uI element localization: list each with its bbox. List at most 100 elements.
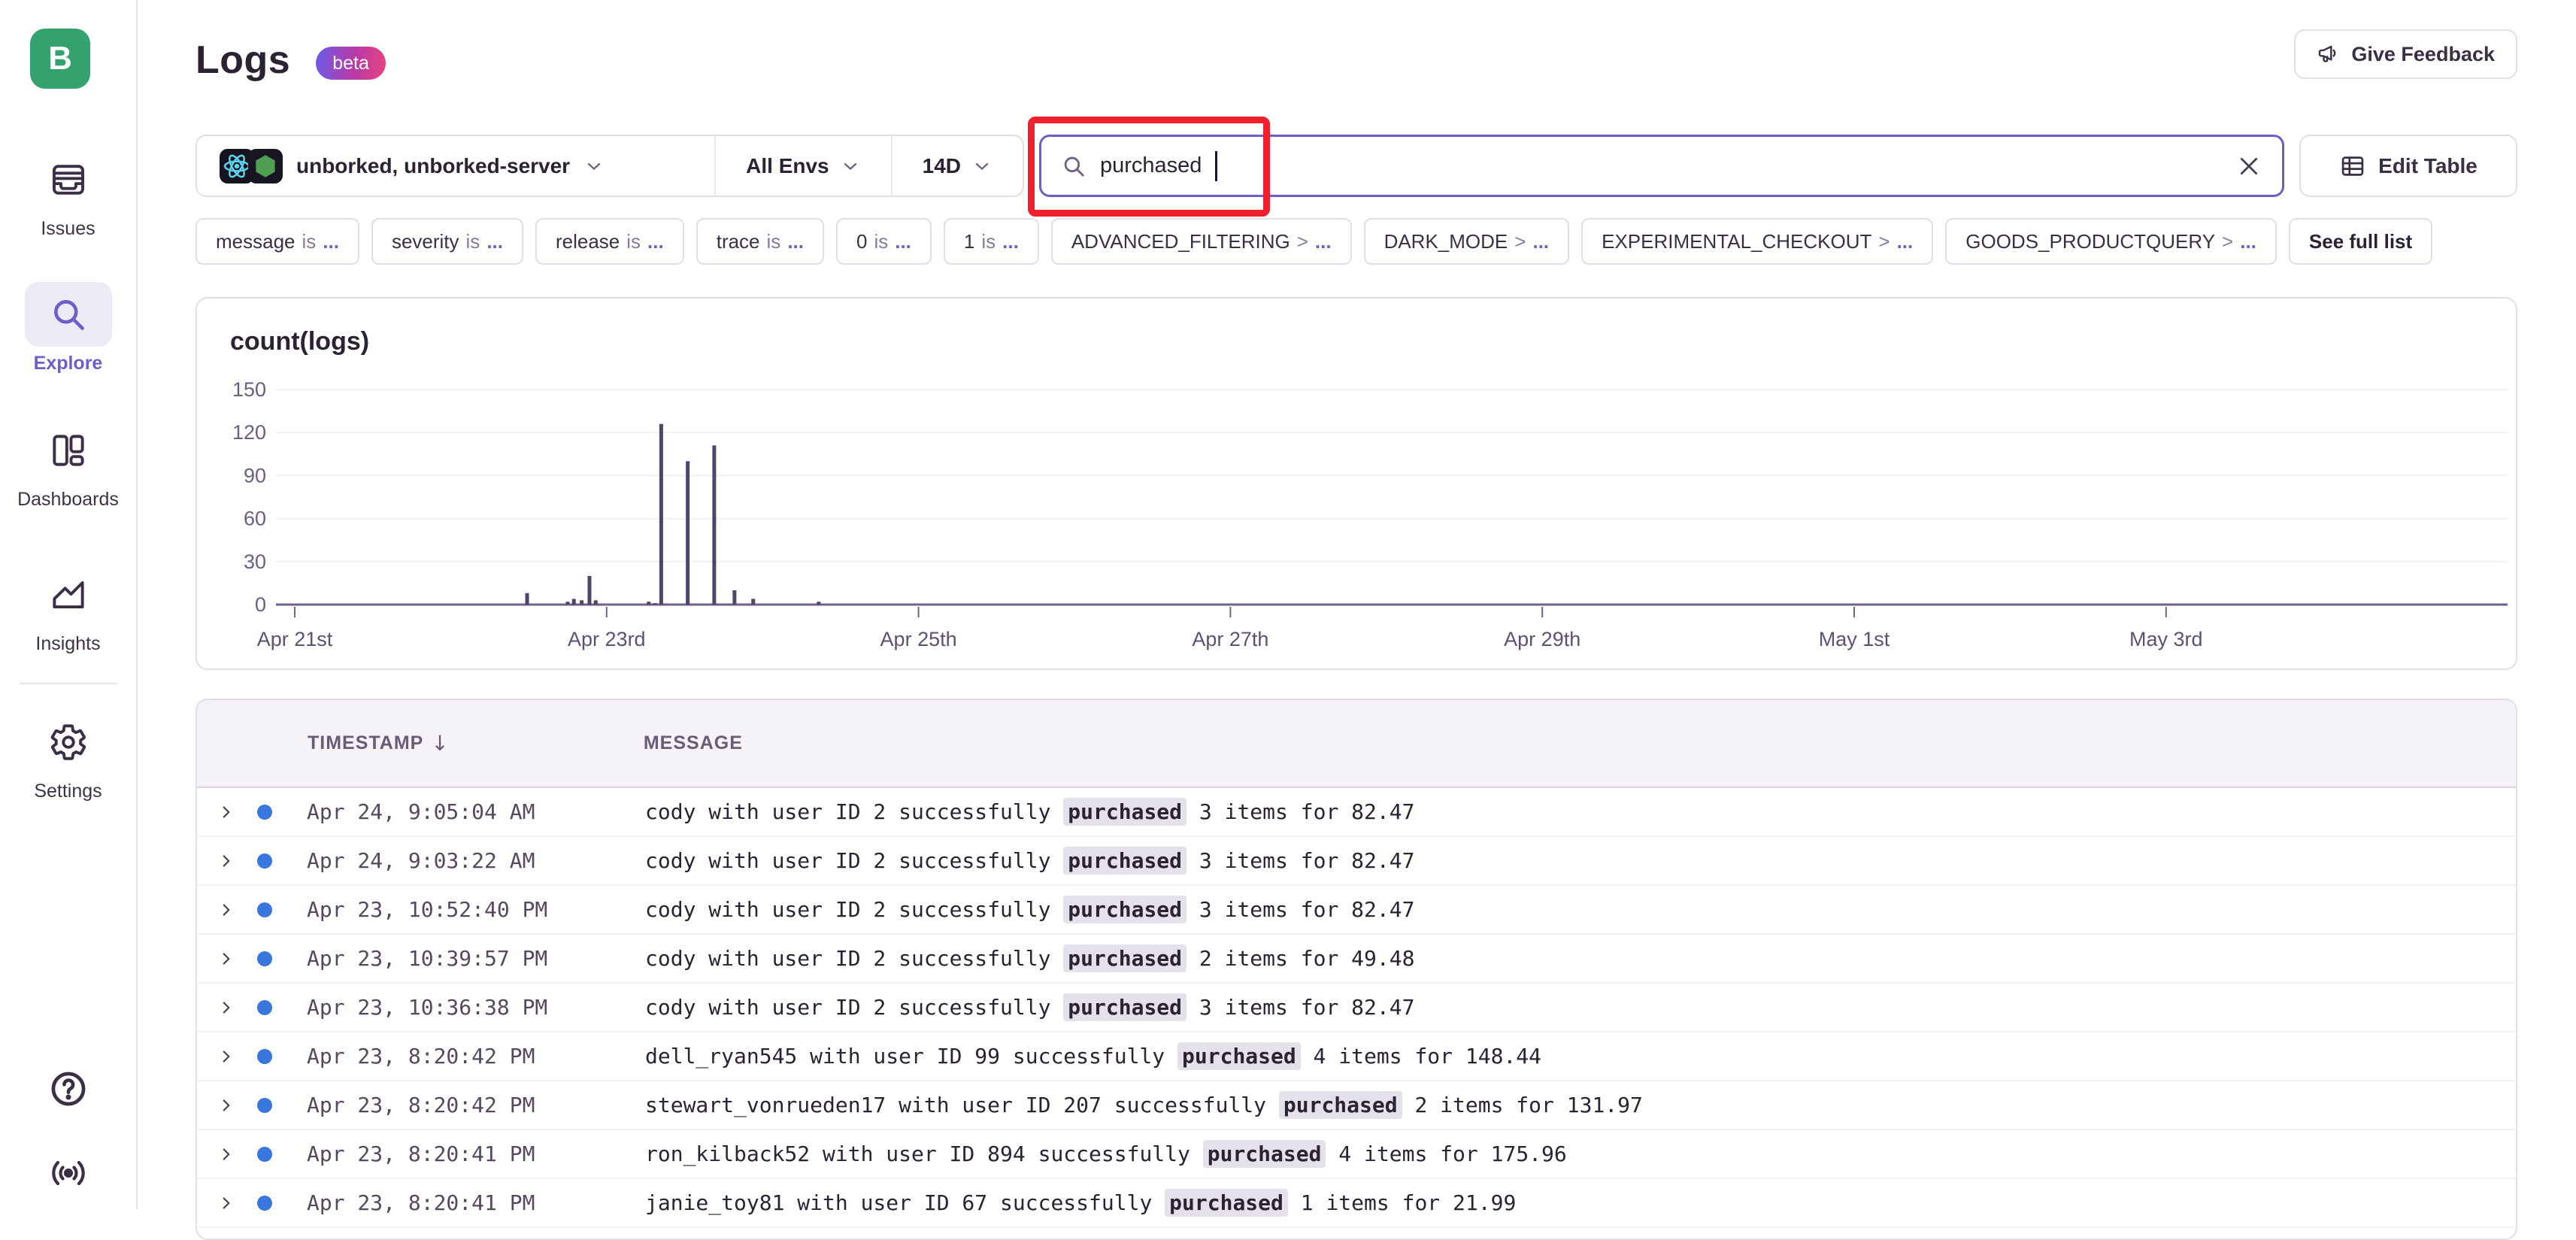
chip-operator: is — [767, 230, 781, 253]
table-row[interactable]: Apr 23, 10:52:40 PMcody with user ID 2 s… — [197, 886, 2516, 935]
table-row[interactable]: Apr 24, 9:03:22 AMcody with user ID 2 su… — [197, 837, 2516, 886]
log-level-dot — [257, 853, 272, 869]
see-full-list-button[interactable]: See full list — [2289, 218, 2432, 265]
sidebar-item-issues[interactable]: Issues — [0, 147, 136, 240]
log-count-bar[interactable] — [580, 600, 583, 605]
expand-row-icon[interactable] — [217, 1144, 236, 1164]
x-axis-tick-label: Apr 27th — [1192, 628, 1268, 650]
log-count-bar[interactable] — [565, 602, 569, 605]
chip-field-name: severity — [392, 230, 459, 253]
log-count-bar[interactable] — [712, 445, 716, 605]
filter-chip-advanced_filtering[interactable]: ADVANCED_FILTERING>... — [1051, 218, 1352, 265]
log-count-bar[interactable] — [526, 593, 529, 605]
text-cursor — [1215, 151, 1217, 181]
filter-chip-goods_productquery[interactable]: GOODS_PRODUCTQUERY>... — [1945, 218, 2277, 265]
log-count-bar[interactable] — [587, 576, 591, 605]
log-count-bar[interactable] — [659, 424, 663, 605]
log-message: cody with user ID 2 successfully purchas… — [645, 897, 1414, 922]
chip-field-name: ADVANCED_FILTERING — [1071, 230, 1290, 253]
log-count-bar[interactable] — [647, 602, 650, 605]
log-count-bar[interactable] — [594, 600, 598, 605]
log-count-bar[interactable] — [751, 599, 755, 605]
expand-row-icon[interactable] — [217, 1096, 236, 1115]
log-count-bar[interactable] — [732, 590, 736, 605]
log-count-bar[interactable] — [686, 461, 689, 605]
chevron-down-icon — [840, 156, 861, 177]
logs-page: { "sidebar": { "logo_letter": "B", "item… — [0, 0, 2576, 1209]
edit-table-button[interactable]: Edit Table — [2299, 135, 2517, 197]
log-timestamp: Apr 23, 8:20:42 PM — [307, 1093, 645, 1117]
project-icons — [220, 149, 283, 183]
log-count-bar[interactable] — [817, 602, 820, 605]
filter-chip-dark_mode[interactable]: DARK_MODE>... — [1364, 218, 1570, 265]
issues-icon — [49, 160, 88, 199]
logs-table: TIMESTAMP ↓ MESSAGE Apr 24, 9:05:04 AMco… — [195, 699, 2517, 1240]
give-feedback-button[interactable]: Give Feedback — [2294, 29, 2517, 79]
org-avatar[interactable]: B — [30, 29, 90, 89]
dashboards-icon — [49, 431, 88, 470]
expand-row-icon[interactable] — [217, 851, 236, 871]
x-axis-tick-label: Apr 23rd — [568, 628, 646, 650]
chip-field-name: EXPERIMENTAL_CHECKOUT — [1602, 230, 1871, 253]
table-row[interactable]: Apr 23, 8:20:42 PMdell_ryan545 with user… — [197, 1032, 2516, 1081]
search-term-highlight: purchased — [1203, 1140, 1326, 1168]
log-timestamp: Apr 23, 8:20:41 PM — [307, 1190, 645, 1215]
y-axis-tick-label: 60 — [244, 508, 266, 530]
project-selector[interactable]: unborked, unborked-server — [197, 136, 714, 196]
megaphone-icon — [2317, 42, 2341, 66]
chip-field-name: GOODS_PRODUCTQUERY — [1965, 230, 2215, 253]
expand-row-icon[interactable] — [217, 802, 236, 822]
environment-selector-value: All Envs — [746, 154, 829, 178]
sidebar-item-settings[interactable]: Settings — [0, 710, 136, 802]
sidebar-item-dashboards[interactable]: Dashboards — [0, 418, 136, 511]
column-header-timestamp[interactable]: TIMESTAMP ↓ — [308, 731, 450, 756]
log-count-bar[interactable] — [653, 603, 657, 605]
expand-row-icon[interactable] — [217, 1193, 236, 1213]
table-row[interactable]: Apr 23, 8:20:41 PMron_kilback52 with use… — [197, 1130, 2516, 1179]
sidebar-icon-box — [25, 418, 112, 483]
filter-chip-experimental_checkout[interactable]: EXPERIMENTAL_CHECKOUT>... — [1581, 218, 1933, 265]
log-level-dot — [257, 1049, 272, 1064]
sidebar-item-explore[interactable]: Explore — [0, 282, 136, 374]
sidebar-icon-box — [25, 147, 112, 212]
table-row[interactable]: Apr 23, 8:20:41 PMjanie_toy81 with user … — [197, 1179, 2516, 1228]
filter-chip-message[interactable]: messageis... — [195, 218, 359, 265]
search-icon — [1061, 153, 1086, 179]
search-input[interactable]: purchased — [1039, 135, 2284, 197]
filter-bar: unborked, unborked-server All Envs 14D p… — [195, 135, 2517, 197]
sort-descending-icon: ↓ — [431, 731, 449, 756]
log-timestamp: Apr 23, 10:39:57 PM — [307, 946, 645, 971]
expand-row-icon[interactable] — [217, 900, 236, 920]
environment-selector[interactable]: All Envs — [716, 136, 890, 196]
chevron-down-icon — [583, 156, 605, 177]
sidebar-help-button[interactable] — [0, 1068, 136, 1110]
search-term-highlight: purchased — [1063, 798, 1186, 826]
filter-chip-trace[interactable]: traceis... — [696, 218, 824, 265]
clear-search-icon[interactable] — [2235, 153, 2262, 180]
expand-row-icon[interactable] — [217, 949, 236, 969]
filter-chip-0[interactable]: 0is... — [836, 218, 932, 265]
sidebar-icon-box — [25, 710, 112, 775]
sidebar-whats-new-button[interactable] — [0, 1152, 136, 1194]
chip-value-ellipsis: ... — [1897, 230, 1914, 253]
column-header-message[interactable]: MESSAGE — [644, 732, 743, 754]
expand-row-icon[interactable] — [217, 998, 236, 1017]
table-row[interactable]: Apr 23, 10:39:57 PMcody with user ID 2 s… — [197, 935, 2516, 984]
x-axis-tick-label: May 3rd — [2129, 628, 2203, 650]
date-range-selector[interactable]: 14D — [893, 136, 1023, 196]
log-level-dot — [257, 805, 272, 820]
log-count-bar[interactable] — [572, 599, 576, 605]
sidebar-item-insights[interactable]: Insights — [0, 562, 136, 655]
filter-chip-severity[interactable]: severityis... — [371, 218, 523, 265]
search-value: purchased — [1100, 153, 1202, 178]
table-row[interactable]: Apr 24, 9:05:04 AMcody with user ID 2 su… — [197, 788, 2516, 837]
filter-chip-1[interactable]: 1is... — [944, 218, 1039, 265]
table-icon — [2339, 153, 2366, 180]
sidebar-divider — [20, 683, 117, 684]
table-row[interactable]: Apr 23, 8:20:42 PMstewart_vonrueden17 wi… — [197, 1081, 2516, 1130]
timestamp-column-label: TIMESTAMP — [308, 732, 423, 754]
table-row[interactable]: Apr 23, 10:36:38 PMcody with user ID 2 s… — [197, 984, 2516, 1032]
expand-row-icon[interactable] — [217, 1047, 236, 1066]
node-project-icon — [248, 149, 283, 183]
filter-chip-release[interactable]: releaseis... — [535, 218, 684, 265]
